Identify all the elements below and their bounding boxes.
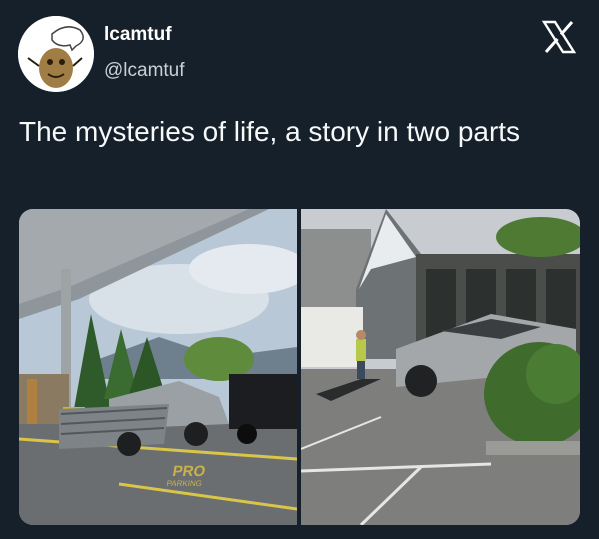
author-handle[interactable]: @lcamtuf	[104, 60, 185, 82]
pavement-text: PRO	[171, 463, 207, 480]
avatar[interactable]	[18, 16, 94, 92]
tweet-text: The mysteries of life, a story in two pa…	[19, 116, 521, 147]
x-logo-icon[interactable]	[541, 19, 577, 55]
photo-cybertruck-store[interactable]	[301, 209, 580, 525]
pavement-subtext: PARKING	[166, 479, 203, 488]
potato-character-avatar	[18, 16, 94, 92]
author-display-name[interactable]: lcamtuf	[104, 24, 172, 46]
photo-truck-parking-lot[interactable]: PRO PARKING	[19, 209, 297, 525]
tweet-media[interactable]: PRO PARKING	[19, 209, 580, 525]
